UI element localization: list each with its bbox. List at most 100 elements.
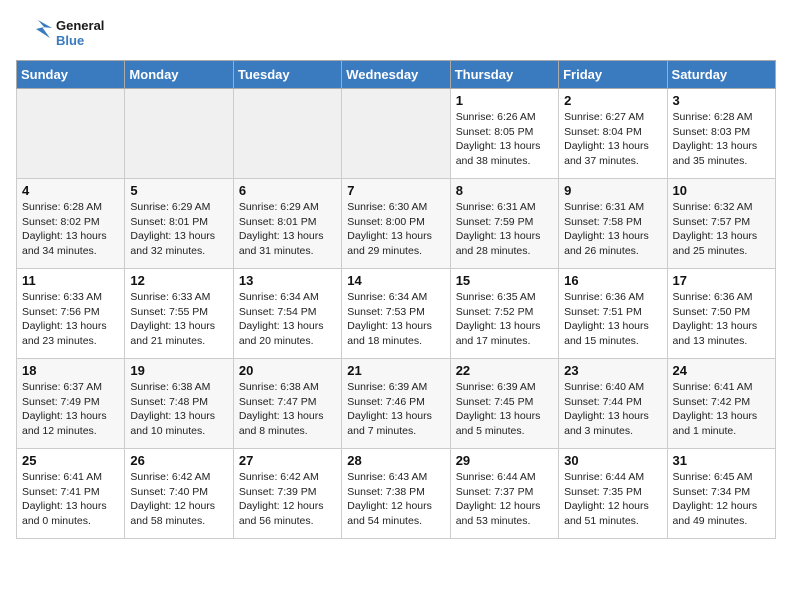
calendar-cell: 21 Sunrise: 6:39 AMSunset: 7:46 PMDayligh… bbox=[342, 359, 450, 449]
calendar-cell: 2 Sunrise: 6:27 AMSunset: 8:04 PMDaylight… bbox=[559, 89, 667, 179]
day-number: 28 bbox=[347, 453, 444, 468]
day-info: Sunrise: 6:32 AMSunset: 7:57 PMDaylight:… bbox=[673, 200, 770, 259]
day-number: 26 bbox=[130, 453, 227, 468]
day-info: Sunrise: 6:28 AMSunset: 8:03 PMDaylight:… bbox=[673, 110, 770, 169]
day-info: Sunrise: 6:31 AMSunset: 7:59 PMDaylight:… bbox=[456, 200, 553, 259]
day-info: Sunrise: 6:44 AMSunset: 7:37 PMDaylight:… bbox=[456, 470, 553, 529]
calendar-cell: 16Sunrise: 6:36 AMSunset: 7:51 PMDayligh… bbox=[559, 269, 667, 359]
calendar-cell: 17 Sunrise: 6:36 AMSunset: 7:50 PMDayligh… bbox=[667, 269, 775, 359]
calendar-cell: 15 Sunrise: 6:35 AMSunset: 7:52 PMDayligh… bbox=[450, 269, 558, 359]
calendar-cell: 22 Sunrise: 6:39 AMSunset: 7:45 PMDayligh… bbox=[450, 359, 558, 449]
day-info: Sunrise: 6:33 AMSunset: 7:56 PMDaylight:… bbox=[22, 290, 119, 349]
day-number: 27 bbox=[239, 453, 336, 468]
day-number: 22 bbox=[456, 363, 553, 378]
page-header: General Blue bbox=[16, 16, 776, 52]
calendar-cell bbox=[233, 89, 341, 179]
day-number: 9 bbox=[564, 183, 661, 198]
day-number: 3 bbox=[673, 93, 770, 108]
day-number: 29 bbox=[456, 453, 553, 468]
day-info: Sunrise: 6:39 AMSunset: 7:45 PMDaylight:… bbox=[456, 380, 553, 439]
day-header-sunday: Sunday bbox=[17, 61, 125, 89]
calendar-cell: 12 Sunrise: 6:33 AMSunset: 7:55 PMDayligh… bbox=[125, 269, 233, 359]
day-number: 5 bbox=[130, 183, 227, 198]
day-info: Sunrise: 6:43 AMSunset: 7:38 PMDaylight:… bbox=[347, 470, 444, 529]
calendar-cell: 26 Sunrise: 6:42 AMSunset: 7:40 PMDayligh… bbox=[125, 449, 233, 539]
calendar-cell bbox=[342, 89, 450, 179]
day-number: 30 bbox=[564, 453, 661, 468]
calendar-cell: 7 Sunrise: 6:30 AMSunset: 8:00 PMDaylight… bbox=[342, 179, 450, 269]
day-info: Sunrise: 6:39 AMSunset: 7:46 PMDaylight:… bbox=[347, 380, 444, 439]
day-number: 14 bbox=[347, 273, 444, 288]
calendar-cell: 14Sunrise: 6:34 AMSunset: 7:53 PMDayligh… bbox=[342, 269, 450, 359]
day-info: Sunrise: 6:45 AMSunset: 7:34 PMDaylight:… bbox=[673, 470, 770, 529]
calendar-cell: 13 Sunrise: 6:34 AMSunset: 7:54 PMDayligh… bbox=[233, 269, 341, 359]
day-number: 10 bbox=[673, 183, 770, 198]
logo-text: General Blue bbox=[56, 19, 104, 49]
calendar-cell: 30Sunrise: 6:44 AMSunset: 7:35 PMDayligh… bbox=[559, 449, 667, 539]
calendar-week-2: 4 Sunrise: 6:28 AMSunset: 8:02 PMDaylight… bbox=[17, 179, 776, 269]
calendar-cell: 19 Sunrise: 6:38 AMSunset: 7:48 PMDayligh… bbox=[125, 359, 233, 449]
day-info: Sunrise: 6:38 AMSunset: 7:48 PMDaylight:… bbox=[130, 380, 227, 439]
day-number: 11 bbox=[22, 273, 119, 288]
day-info: Sunrise: 6:34 AMSunset: 7:54 PMDaylight:… bbox=[239, 290, 336, 349]
calendar-cell: 28 Sunrise: 6:43 AMSunset: 7:38 PMDayligh… bbox=[342, 449, 450, 539]
day-header-friday: Friday bbox=[559, 61, 667, 89]
calendar-table: SundayMondayTuesdayWednesdayThursdayFrid… bbox=[16, 60, 776, 539]
day-number: 16 bbox=[564, 273, 661, 288]
day-info: Sunrise: 6:36 AMSunset: 7:50 PMDaylight:… bbox=[673, 290, 770, 349]
calendar-cell: 5 Sunrise: 6:29 AMSunset: 8:01 PMDaylight… bbox=[125, 179, 233, 269]
logo-container: General Blue bbox=[16, 16, 104, 52]
day-info: Sunrise: 6:35 AMSunset: 7:52 PMDaylight:… bbox=[456, 290, 553, 349]
day-info: Sunrise: 6:27 AMSunset: 8:04 PMDaylight:… bbox=[564, 110, 661, 169]
calendar-cell: 1 Sunrise: 6:26 AMSunset: 8:05 PMDaylight… bbox=[450, 89, 558, 179]
day-number: 8 bbox=[456, 183, 553, 198]
day-number: 12 bbox=[130, 273, 227, 288]
day-number: 19 bbox=[130, 363, 227, 378]
calendar-cell: 25Sunrise: 6:41 AMSunset: 7:41 PMDayligh… bbox=[17, 449, 125, 539]
day-header-wednesday: Wednesday bbox=[342, 61, 450, 89]
calendar-header-row: SundayMondayTuesdayWednesdayThursdayFrid… bbox=[17, 61, 776, 89]
day-info: Sunrise: 6:42 AMSunset: 7:40 PMDaylight:… bbox=[130, 470, 227, 529]
logo-bird-shape bbox=[16, 16, 52, 52]
day-number: 17 bbox=[673, 273, 770, 288]
calendar-cell bbox=[125, 89, 233, 179]
day-info: Sunrise: 6:38 AMSunset: 7:47 PMDaylight:… bbox=[239, 380, 336, 439]
calendar-cell: 20 Sunrise: 6:38 AMSunset: 7:47 PMDayligh… bbox=[233, 359, 341, 449]
day-info: Sunrise: 6:30 AMSunset: 8:00 PMDaylight:… bbox=[347, 200, 444, 259]
calendar-body: 1 Sunrise: 6:26 AMSunset: 8:05 PMDaylight… bbox=[17, 89, 776, 539]
day-number: 7 bbox=[347, 183, 444, 198]
calendar-cell: 9 Sunrise: 6:31 AMSunset: 7:58 PMDaylight… bbox=[559, 179, 667, 269]
day-number: 4 bbox=[22, 183, 119, 198]
calendar-cell: 10 Sunrise: 6:32 AMSunset: 7:57 PMDayligh… bbox=[667, 179, 775, 269]
day-number: 25 bbox=[22, 453, 119, 468]
day-number: 31 bbox=[673, 453, 770, 468]
calendar-cell: 24 Sunrise: 6:41 AMSunset: 7:42 PMDayligh… bbox=[667, 359, 775, 449]
calendar-week-1: 1 Sunrise: 6:26 AMSunset: 8:05 PMDaylight… bbox=[17, 89, 776, 179]
day-number: 1 bbox=[456, 93, 553, 108]
day-number: 15 bbox=[456, 273, 553, 288]
day-number: 24 bbox=[673, 363, 770, 378]
day-number: 2 bbox=[564, 93, 661, 108]
day-number: 20 bbox=[239, 363, 336, 378]
day-info: Sunrise: 6:41 AMSunset: 7:42 PMDaylight:… bbox=[673, 380, 770, 439]
day-info: Sunrise: 6:40 AMSunset: 7:44 PMDaylight:… bbox=[564, 380, 661, 439]
calendar-cell: 11 Sunrise: 6:33 AMSunset: 7:56 PMDayligh… bbox=[17, 269, 125, 359]
day-info: Sunrise: 6:28 AMSunset: 8:02 PMDaylight:… bbox=[22, 200, 119, 259]
day-info: Sunrise: 6:33 AMSunset: 7:55 PMDaylight:… bbox=[130, 290, 227, 349]
day-info: Sunrise: 6:31 AMSunset: 7:58 PMDaylight:… bbox=[564, 200, 661, 259]
calendar-cell: 18Sunrise: 6:37 AMSunset: 7:49 PMDayligh… bbox=[17, 359, 125, 449]
day-info: Sunrise: 6:29 AMSunset: 8:01 PMDaylight:… bbox=[130, 200, 227, 259]
calendar-cell: 29 Sunrise: 6:44 AMSunset: 7:37 PMDayligh… bbox=[450, 449, 558, 539]
calendar-cell: 31 Sunrise: 6:45 AMSunset: 7:34 PMDayligh… bbox=[667, 449, 775, 539]
day-number: 21 bbox=[347, 363, 444, 378]
day-header-monday: Monday bbox=[125, 61, 233, 89]
day-info: Sunrise: 6:26 AMSunset: 8:05 PMDaylight:… bbox=[456, 110, 553, 169]
day-number: 13 bbox=[239, 273, 336, 288]
day-header-saturday: Saturday bbox=[667, 61, 775, 89]
day-number: 23 bbox=[564, 363, 661, 378]
calendar-cell: 23 Sunrise: 6:40 AMSunset: 7:44 PMDayligh… bbox=[559, 359, 667, 449]
calendar-cell: 4 Sunrise: 6:28 AMSunset: 8:02 PMDaylight… bbox=[17, 179, 125, 269]
day-info: Sunrise: 6:29 AMSunset: 8:01 PMDaylight:… bbox=[239, 200, 336, 259]
day-header-tuesday: Tuesday bbox=[233, 61, 341, 89]
calendar-cell: 8 Sunrise: 6:31 AMSunset: 7:59 PMDaylight… bbox=[450, 179, 558, 269]
